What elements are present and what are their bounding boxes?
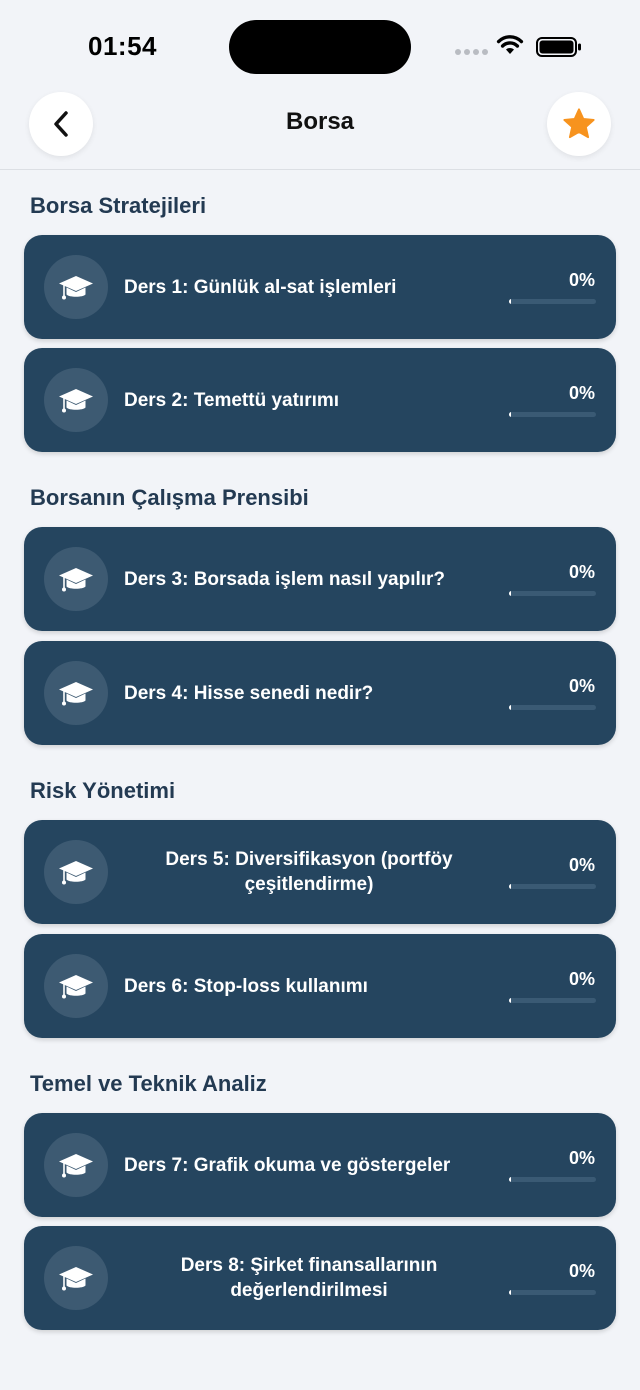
- progress-percent: 0%: [568, 969, 595, 989]
- graduation-cap-icon: [44, 954, 108, 1018]
- progress-bar: [509, 1290, 596, 1295]
- progress-percent: 0%: [568, 855, 595, 875]
- section-title: Borsa Stratejileri: [30, 193, 207, 218]
- navigation-bar: Borsa: [0, 90, 640, 170]
- page-title: Borsa: [285, 108, 355, 135]
- progress-bar: [509, 412, 596, 417]
- star-icon: [563, 108, 595, 139]
- progress-percent: 0%: [568, 383, 595, 403]
- graduation-cap-icon: [44, 840, 108, 904]
- progress-percent: 0%: [568, 676, 595, 696]
- progress-bar: [509, 1177, 596, 1182]
- lesson-title: Ders 4: Hisse senedi nedir?: [124, 682, 374, 704]
- lesson-card[interactable]: Ders 3: Borsada işlem nasıl yapılır? 0%: [24, 527, 616, 631]
- app-screen: 01:54 Borsa Borsa Stratejileri Ders 1: G…: [0, 0, 640, 1390]
- status-bar: 01:54: [0, 0, 640, 90]
- progress-percent: 0%: [568, 562, 595, 582]
- wifi-icon: [496, 35, 524, 54]
- lesson-card[interactable]: Ders 6: Stop-loss kullanımı 0%: [24, 934, 616, 1038]
- graduation-cap-icon: [44, 368, 108, 432]
- lesson-card[interactable]: Ders 7: Grafik okuma ve göstergeler 0%: [24, 1113, 616, 1217]
- section-title: Temel ve Teknik Analiz: [30, 1071, 267, 1096]
- lesson-card[interactable]: Ders 1: Günlük al-sat işlemleri 0%: [24, 235, 616, 339]
- dynamic-island: [229, 20, 411, 74]
- graduation-cap-icon: [44, 255, 108, 319]
- graduation-cap-icon: [44, 1246, 108, 1310]
- cellular-signal-icon: [455, 49, 488, 55]
- progress-percent: 0%: [568, 270, 595, 290]
- progress-bar: [509, 299, 596, 304]
- lesson-title: Ders 2: Temettü yatırımı: [124, 389, 340, 411]
- progress-percent: 0%: [568, 1261, 595, 1281]
- status-time: 01:54: [88, 31, 157, 61]
- favorite-button[interactable]: [547, 92, 611, 156]
- lesson-title: Ders 6: Stop-loss kullanımı: [124, 975, 368, 997]
- lesson-card[interactable]: Ders 4: Hisse senedi nedir? 0%: [24, 641, 616, 745]
- lesson-card[interactable]: Ders 2: Temettü yatırımı 0%: [24, 348, 616, 452]
- battery-icon: [536, 37, 581, 57]
- progress-percent: 0%: [568, 1148, 595, 1168]
- lesson-title: Ders 7: Grafik okuma ve göstergeler: [124, 1154, 451, 1176]
- progress-bar: [509, 705, 596, 710]
- progress-bar: [509, 998, 596, 1003]
- graduation-cap-icon: [44, 1133, 108, 1197]
- section-title: Risk Yönetimi: [30, 778, 176, 803]
- lesson-card[interactable]: Ders 5: Diversifikasyon (portföy çeşitle…: [24, 820, 616, 924]
- graduation-cap-icon: [44, 661, 108, 725]
- section-title: Borsanın Çalışma Prensibi: [30, 485, 309, 510]
- lesson-title: Ders 1: Günlük al-sat işlemleri: [124, 276, 397, 298]
- lesson-title: Ders 5: Diversifikasyon (portföy çeşitle…: [165, 849, 453, 895]
- progress-bar: [509, 884, 596, 889]
- progress-bar: [509, 591, 596, 596]
- lesson-title: Ders 3: Borsada işlem nasıl yapılır?: [124, 568, 446, 590]
- graduation-cap-icon: [44, 547, 108, 611]
- lesson-title: Ders 8: Şirket finansallarının değerlend…: [180, 1255, 438, 1301]
- lesson-card[interactable]: Ders 8: Şirket finansallarının değerlend…: [24, 1226, 616, 1330]
